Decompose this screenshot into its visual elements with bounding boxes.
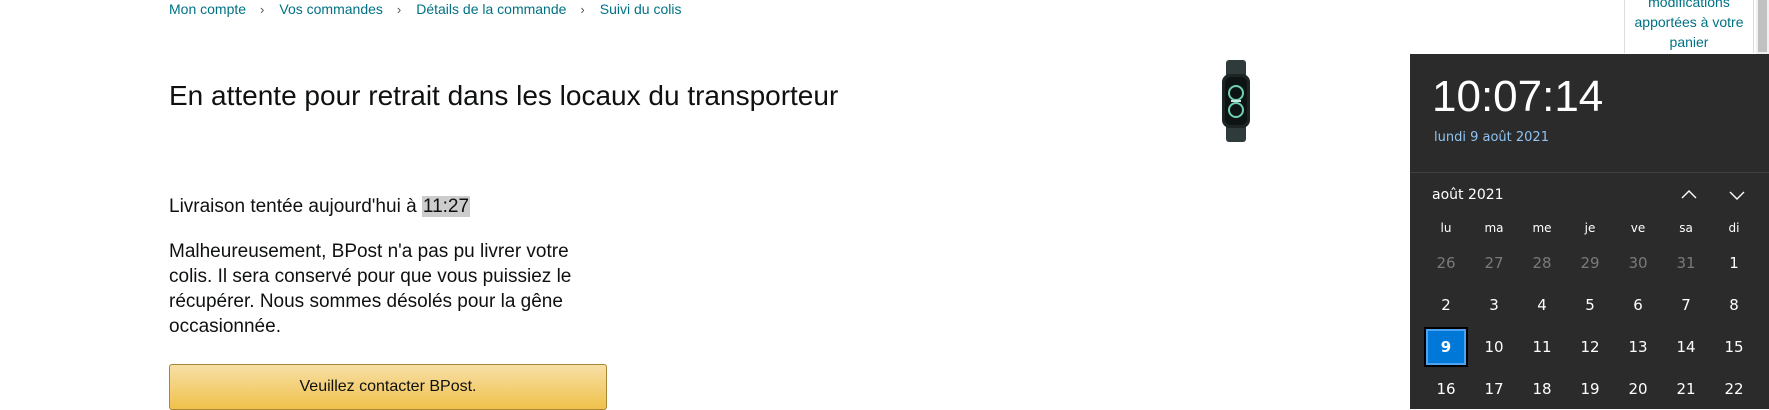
- calendar-day[interactable]: 21: [1662, 368, 1710, 410]
- weekday-header-row: lu ma me je ve sa di: [1422, 214, 1758, 242]
- calendar-weeks: 26 27 28 29 30 31 1 2 3 4 5 6 7 8 9 10 11 12 13 14 15 16 17 18 1…: [1422, 242, 1758, 410]
- weekday-label: lu: [1440, 221, 1452, 235]
- calendar-day[interactable]: 20: [1614, 368, 1662, 410]
- calendar-day[interactable]: 8: [1710, 284, 1758, 326]
- calendar-day[interactable]: 13: [1614, 326, 1662, 368]
- page-title: En attente pour retrait dans les locaux …: [169, 80, 839, 111]
- chevron-down-icon[interactable]: [1725, 183, 1749, 207]
- scrollbar-thumb[interactable]: [1758, 0, 1767, 52]
- weekday-label: je: [1584, 221, 1596, 235]
- breadcrumb: Mon compte › Vos commandes › Détails de …: [169, 0, 681, 18]
- cart-notice-line: apportées à votre: [1634, 14, 1744, 30]
- calendar-week-row: 2345678: [1422, 284, 1758, 326]
- contact-carrier-button[interactable]: Veuillez contacter BPost.: [169, 364, 607, 410]
- delivery-prefix: Livraison tentée aujourd'hui à: [169, 196, 422, 217]
- calendar-day[interactable]: 27: [1470, 242, 1518, 284]
- clock-time: 10:07:14: [1432, 72, 1604, 121]
- breadcrumb-suivi-colis[interactable]: Suivi du colis: [600, 1, 682, 17]
- calendar-day[interactable]: 12: [1566, 326, 1614, 368]
- delivery-time: 11:27: [421, 196, 471, 217]
- calendar-day[interactable]: 31: [1662, 242, 1710, 284]
- calendar-day[interactable]: 26: [1422, 242, 1470, 284]
- calendar-month-label[interactable]: août 2021: [1432, 187, 1504, 203]
- fitness-band-icon[interactable]: [1216, 60, 1256, 142]
- calendar-day[interactable]: 28: [1518, 242, 1566, 284]
- breadcrumb-separator: ›: [580, 1, 585, 17]
- delivery-status-line: Livraison tentée aujourd'hui à 11:27: [169, 196, 471, 218]
- calendar-day[interactable]: 4: [1518, 284, 1566, 326]
- weekday-label: ma: [1484, 221, 1504, 235]
- weekday-label: sa: [1679, 221, 1693, 235]
- calendar-day[interactable]: 6: [1614, 284, 1662, 326]
- cart-notice-line: modifications: [1648, 0, 1730, 10]
- clock-calendar-flyout: 10:07:14 lundi 9 août 2021 août 2021 lu …: [1410, 54, 1769, 409]
- delivery-message: Malheureusement, BPost n'a pas pu livrer…: [169, 241, 572, 337]
- calendar-day[interactable]: 22: [1710, 368, 1758, 410]
- calendar-day[interactable]: 2: [1422, 284, 1470, 326]
- calendar-grid: lu ma me je ve sa di 26 27 28 29 30 31 1 2 3 4 5 6 7…: [1422, 214, 1758, 410]
- calendar-day[interactable]: 7: [1662, 284, 1710, 326]
- breadcrumb-separator: ›: [396, 1, 402, 17]
- flyout-divider: [1410, 172, 1769, 173]
- clock-date-link[interactable]: lundi 9 août 2021: [1434, 130, 1549, 145]
- calendar-week-row: 26 27 28 29 30 31 1: [1422, 242, 1758, 284]
- calendar-day[interactable]: 19: [1566, 368, 1614, 410]
- calendar-day[interactable]: 17: [1470, 368, 1518, 410]
- calendar-day[interactable]: 11: [1518, 326, 1566, 368]
- breadcrumb-details-commande[interactable]: Détails de la commande: [416, 1, 566, 17]
- calendar-day[interactable]: 16: [1422, 368, 1470, 410]
- weekday-label: ve: [1630, 221, 1646, 235]
- calendar-day[interactable]: 1: [1710, 242, 1758, 284]
- calendar-day[interactable]: 3: [1470, 284, 1518, 326]
- calendar-day[interactable]: 5: [1566, 284, 1614, 326]
- weekday-label: me: [1532, 221, 1552, 235]
- calendar-day[interactable]: 30: [1614, 242, 1662, 284]
- calendar-week-row: 9 10 11 12 13 14 15: [1422, 326, 1758, 368]
- calendar-day[interactable]: 14: [1662, 326, 1710, 368]
- calendar-day[interactable]: 10: [1470, 326, 1518, 368]
- weekday-label: di: [1728, 221, 1740, 235]
- breadcrumb-mon-compte[interactable]: Mon compte: [169, 1, 246, 17]
- cart-notice-line: panier: [1669, 34, 1709, 50]
- calendar-day-today[interactable]: 9: [1424, 327, 1468, 367]
- calendar-week-row: 16 17 18 19 20 21 22: [1422, 368, 1758, 410]
- calendar-day[interactable]: 18: [1518, 368, 1566, 410]
- breadcrumb-separator: ›: [260, 1, 265, 17]
- chevron-up-icon[interactable]: [1677, 183, 1701, 207]
- breadcrumb-vos-commandes[interactable]: Vos commandes: [279, 1, 383, 17]
- cart-changes-notice[interactable]: modifications apportées à votre panier: [1624, 0, 1754, 53]
- calendar-day[interactable]: 15: [1710, 326, 1758, 368]
- calendar-day[interactable]: 29: [1566, 242, 1614, 284]
